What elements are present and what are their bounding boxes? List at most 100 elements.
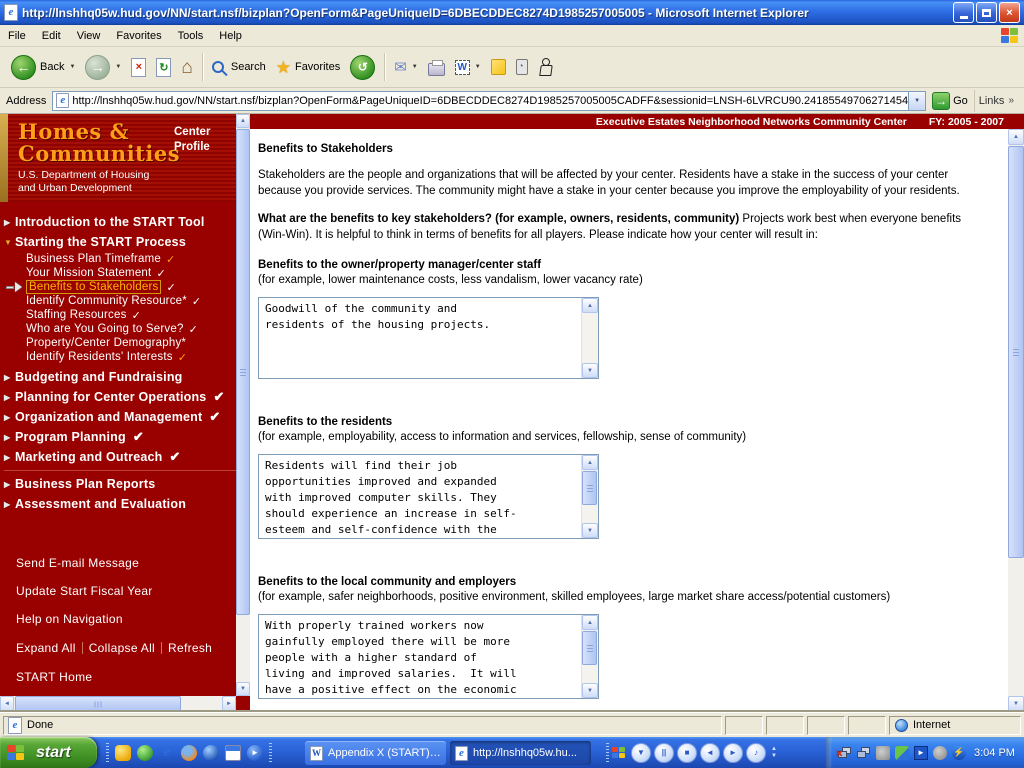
refresh-button[interactable]: ↻ (151, 50, 176, 84)
scroll-down-button[interactable]: ▼ (1008, 696, 1024, 712)
stop-button[interactable]: × (126, 50, 151, 84)
scroll-up-button[interactable]: ▲ (582, 455, 598, 470)
start-button[interactable]: start (0, 737, 97, 768)
sidebar-link-help-navigation[interactable]: Help on Navigation (16, 612, 236, 628)
menu-tools[interactable]: Tools (170, 27, 212, 45)
go-button[interactable]: → Go (926, 91, 974, 110)
sidebar-item-your-mission-statement[interactable]: Your Mission Statement ✓ (4, 266, 236, 280)
mail-button[interactable]: ✉ ▼ (389, 50, 423, 84)
community-benefits-textarea[interactable]: With properly trained workers now gainfu… (259, 615, 581, 698)
scroll-thumb[interactable] (582, 471, 597, 505)
back-dropdown-icon[interactable]: ▼ (69, 64, 75, 70)
scroll-thumb[interactable] (1008, 146, 1024, 558)
scroll-up-button[interactable]: ▲ (1008, 129, 1024, 145)
menu-help[interactable]: Help (211, 27, 250, 45)
taskbar-clock[interactable]: 3:04 PM (974, 747, 1015, 759)
media-player-icon[interactable]: ► (247, 744, 263, 761)
home-button[interactable]: ⌂ (176, 50, 197, 84)
toolbar-grip[interactable] (606, 742, 609, 763)
volume-icon[interactable] (876, 745, 890, 760)
sidebar-section-program-planning[interactable]: ▶ Program Planning ✔ (4, 429, 236, 445)
menu-view[interactable]: View (69, 27, 109, 45)
taskbar-task-ie-active[interactable]: e http://lnshhq05w.hu... (450, 741, 591, 765)
wmp-restore-controls[interactable]: ▲ ▼ (771, 746, 777, 759)
menu-file[interactable]: File (0, 27, 34, 45)
residents-benefits-textarea[interactable]: Residents will find their job opportunit… (259, 455, 581, 538)
sidebar-item-business-plan-timeframe[interactable]: Business Plan Timeframe ✓ (4, 252, 236, 266)
quicktime-icon[interactable] (137, 744, 153, 761)
sidebar-link-collapse-all[interactable]: Collapse All (89, 641, 155, 655)
sidebar-section-business-plan-reports[interactable]: ▶ Business Plan Reports (4, 476, 236, 492)
scroll-down-button[interactable]: ▼ (236, 682, 250, 696)
scroll-up-button[interactable]: ▲ (582, 298, 598, 313)
sidebar-item-who-are-you-going-to-serve[interactable]: Who are You Going to Serve? ✓ (4, 322, 236, 336)
forward-dropdown-icon[interactable]: ▼ (115, 64, 121, 70)
firefox-icon[interactable] (181, 744, 197, 761)
edit-dropdown-icon[interactable]: ▼ (475, 64, 481, 70)
scroll-right-button[interactable]: ► (222, 696, 236, 712)
system-icon[interactable] (933, 745, 947, 760)
toolbar-grip[interactable] (106, 742, 109, 763)
center-profile-link[interactable]: Center Profile (174, 125, 210, 155)
wmp-next-button[interactable]: ► (723, 742, 743, 763)
favorites-button[interactable]: ★ Favorites (271, 50, 346, 84)
sidebar-vertical-scrollbar[interactable]: ▲ ▼ (236, 114, 250, 696)
main-vertical-scrollbar[interactable]: ▲ ▼ (1008, 129, 1024, 712)
wmp-previous-button[interactable]: ◄ (700, 742, 720, 763)
scroll-up-button[interactable]: ▲ (582, 615, 598, 630)
links-button[interactable]: Links » (973, 89, 1022, 112)
owner-benefits-textarea[interactable]: Goodwill of the community and residents … (259, 298, 581, 378)
sidebar-link-refresh[interactable]: Refresh (168, 641, 212, 655)
address-input[interactable] (72, 92, 909, 109)
scroll-left-button[interactable]: ◄ (0, 696, 14, 712)
mail-dropdown-icon[interactable]: ▼ (412, 64, 418, 70)
discuss-button[interactable] (486, 50, 511, 84)
wmp-dropdown-button[interactable]: ▼ (631, 742, 651, 763)
forward-button[interactable]: → ▼ (80, 50, 126, 84)
toolbar-grip[interactable] (269, 742, 272, 763)
sidebar-item-staffing-resources[interactable]: Staffing Resources ✓ (4, 308, 236, 322)
sidebar-link-send-email[interactable]: Send E-mail Message (16, 556, 236, 572)
print-button[interactable] (423, 50, 450, 84)
sidebar-section-organization-management[interactable]: ▶ Organization and Management ✔ (4, 409, 236, 425)
scroll-thumb[interactable] (582, 631, 597, 665)
sidebar-horizontal-scrollbar[interactable]: ◄ ► (0, 696, 236, 712)
wmp-volume-button[interactable]: ♪ (746, 742, 766, 763)
research-button[interactable]: * (511, 50, 533, 84)
sidebar-item-property-center-demography[interactable]: Property/Center Demography* (4, 336, 236, 350)
taskbar-task-word[interactable]: W Appendix X (START) ... (305, 741, 446, 765)
wmp-stop-button[interactable]: ■ (677, 742, 697, 763)
sidebar-section-assessment-evaluation[interactable]: ▶ Assessment and Evaluation (4, 496, 236, 512)
sidebar-section-planning-operations[interactable]: ▶ Planning for Center Operations ✔ (4, 389, 236, 405)
scroll-down-button[interactable]: ▼ (582, 683, 598, 698)
back-button[interactable]: ← Back ▼ (6, 50, 80, 84)
maximize-button[interactable] (976, 2, 997, 23)
network-offline-icon[interactable]: × (836, 746, 852, 760)
sidebar-section-starting[interactable]: ▼ Starting the START Process (4, 234, 236, 250)
scroll-thumb[interactable] (236, 129, 250, 615)
aim-icon[interactable] (115, 744, 131, 761)
address-dropdown-button[interactable]: ▼ (908, 91, 926, 110)
scroll-down-button[interactable]: ▼ (582, 523, 598, 538)
calendar-icon[interactable] (225, 744, 241, 761)
quicksilver-icon[interactable] (203, 744, 219, 761)
sidebar-link-update-fiscal-year[interactable]: Update Start Fiscal Year (16, 584, 236, 600)
minimize-button[interactable] (953, 2, 974, 23)
menu-favorites[interactable]: Favorites (108, 27, 169, 45)
menu-edit[interactable]: Edit (34, 27, 69, 45)
sidebar-section-marketing-outreach[interactable]: ▶ Marketing and Outreach ✔ (4, 449, 236, 465)
sidebar-item-identify-community-resource[interactable]: Identify Community Resource* ✓ (4, 294, 236, 308)
media-play-icon[interactable]: ► (914, 745, 928, 760)
sidebar-section-introduction[interactable]: ▶ Introduction to the START Tool (4, 214, 236, 230)
sidebar-item-identify-residents-interests[interactable]: Identify Residents' Interests ✓ (4, 350, 236, 364)
wmp-pause-button[interactable]: || (654, 742, 674, 763)
close-button[interactable]: × (999, 2, 1020, 23)
sidebar-link-start-home[interactable]: START Home (16, 670, 236, 686)
update-icon[interactable] (895, 745, 909, 760)
scroll-up-button[interactable]: ▲ (236, 114, 250, 128)
textarea-scrollbar[interactable]: ▲ ▼ (581, 455, 598, 538)
scroll-down-button[interactable]: ▼ (582, 363, 598, 378)
sidebar-link-expand-all[interactable]: Expand All (16, 641, 76, 655)
search-button[interactable]: Search (207, 50, 271, 84)
network-icon[interactable] (857, 746, 871, 760)
